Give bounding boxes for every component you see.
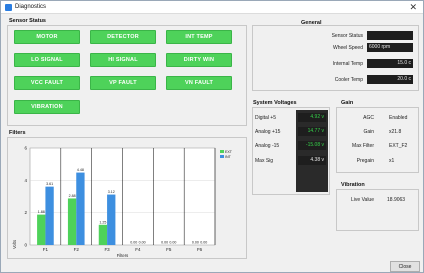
filters-group: 0 2 4 6 1.88 3.61 F1 2.88 4.48 F2 1.25 3.12 F3 0.00 0.… xyxy=(7,137,247,259)
bar-data-label: 0.00 xyxy=(161,241,168,245)
live-value-value: 18.9063 xyxy=(387,197,406,203)
bar-int xyxy=(76,172,85,245)
digital-5-value: 4.92 v xyxy=(298,113,326,122)
x-tick-label: F2 xyxy=(74,247,80,252)
vibration-group: Live Value 18.9063 xyxy=(336,189,419,231)
app-icon xyxy=(5,4,12,11)
sensor-status-title: Sensor Status xyxy=(9,18,46,24)
y-tick-label: 0 xyxy=(24,243,27,248)
sensor-status-group: MOTOR DETECTOR INT TEMP LO SIGNAL HI SIG… xyxy=(7,25,247,126)
bar-data-label: 1.88 xyxy=(38,210,45,214)
digital-5-label: Digital +5 xyxy=(255,115,276,121)
status-vn-fault[interactable]: VN FAULT xyxy=(166,76,232,90)
window-title: Diagnostics xyxy=(15,4,47,10)
gain-value: x21.8 xyxy=(389,129,402,135)
legend-label: EXT xyxy=(225,150,233,154)
status-vcc-fault[interactable]: VCC FAULT xyxy=(14,76,80,90)
bar-data-label: 0.00 xyxy=(130,241,137,245)
bar-data-label: 2.88 xyxy=(69,194,76,198)
bar-data-label: 0.00 xyxy=(192,241,199,245)
analog-neg-15-value: -15.08 v xyxy=(298,141,326,150)
sensor-status-value xyxy=(367,31,413,40)
status-hi-signal[interactable]: HI SIGNAL xyxy=(90,53,156,67)
voltage-values-panel xyxy=(296,110,328,192)
wheel-speed-label: Wheel Speed xyxy=(332,45,363,51)
x-tick-label: F1 xyxy=(43,247,49,252)
sensor-status-label: Sensor Status xyxy=(331,33,363,39)
x-tick-label: F3 xyxy=(104,247,110,252)
filters-chart: 02461.883.61F12.884.48F21.253.12F30.00 0.… xyxy=(12,146,233,259)
bar-data-label: 1.25 xyxy=(99,220,106,224)
y-tick-label: 4 xyxy=(24,178,27,183)
gain-title: Gain xyxy=(341,100,354,106)
title-bar: Diagnostics ✕ xyxy=(1,1,423,14)
status-vibration[interactable]: VIBRATION xyxy=(14,100,80,114)
legend-label: INT xyxy=(225,155,232,159)
status-dirty-win[interactable]: DIRTY WIN xyxy=(166,53,232,67)
analog-15-value: 14.77 v xyxy=(298,127,326,136)
bar-data-label: 0.00 xyxy=(139,241,146,245)
filters-title: Filters xyxy=(9,130,26,136)
general-group: General Sensor Status Wheel Speed 6000 r… xyxy=(252,20,419,91)
analog-15-label: Analog +15 xyxy=(255,129,281,135)
pregain-label: Pregain xyxy=(356,158,374,164)
x-tick-label: F6 xyxy=(197,247,203,252)
bar-int xyxy=(107,194,116,245)
bar-ext xyxy=(37,214,46,245)
max-filter-label: Max Filter xyxy=(352,143,374,149)
status-int-temp[interactable]: INT TEMP xyxy=(166,30,232,44)
internal-temp-label: Internal Temp xyxy=(332,61,363,67)
x-tick-label: F5 xyxy=(166,247,172,252)
y-tick-label: 6 xyxy=(24,146,27,151)
close-icon[interactable]: ✕ xyxy=(409,2,417,12)
system-voltages-title: System Voltages xyxy=(253,100,297,106)
bar-ext xyxy=(67,198,77,245)
legend-swatch xyxy=(220,150,224,153)
legend-swatch xyxy=(220,155,224,158)
status-detector[interactable]: DETECTOR xyxy=(90,30,156,44)
bar-int xyxy=(45,186,54,245)
status-motor[interactable]: MOTOR xyxy=(14,30,80,44)
y-tick-label: 2 xyxy=(24,210,27,215)
gain-group: AGC Enabled Gain x21.8 Max Filter EXT_F2… xyxy=(336,107,419,173)
wheel-speed-value: 6000 rpm xyxy=(367,43,413,52)
gain-label: Gain xyxy=(363,129,374,135)
cooler-temp-label: Cooler Temp xyxy=(334,77,363,83)
bar-data-label: 3.12 xyxy=(108,190,115,194)
bar-data-label: 0.00 xyxy=(200,241,207,245)
status-lo-signal[interactable]: LO SIGNAL xyxy=(14,53,80,67)
general-title: General xyxy=(301,20,322,26)
agc-value: Enabled xyxy=(389,115,408,121)
max-sig-value: 4.38 v xyxy=(298,156,326,165)
close-button[interactable]: Close xyxy=(390,261,420,272)
diagnostics-window: Diagnostics ✕ Sensor Status MOTOR DETECT… xyxy=(0,0,424,273)
y-axis-title: Volts xyxy=(12,240,17,249)
agc-label: AGC xyxy=(363,115,374,121)
x-tick-label: F4 xyxy=(135,247,141,252)
vibration-title: Vibration xyxy=(341,182,365,188)
x-axis-title: Filters xyxy=(117,253,128,258)
bar-data-label: 0.00 xyxy=(169,241,176,245)
system-voltages-group: Digital +5 4.92 v Analog +15 14.77 v Ana… xyxy=(252,107,330,195)
max-sig-label: Max Sig xyxy=(255,158,274,164)
max-filter-value: EXT_F2 xyxy=(389,143,408,149)
live-value-label: Live Value xyxy=(351,197,374,203)
bar-data-label: 3.61 xyxy=(46,182,53,186)
internal-temp-value: 15.0 c xyxy=(367,59,413,68)
pregain-value: x1 xyxy=(389,158,395,164)
bar-data-label: 4.48 xyxy=(77,168,84,172)
cooler-temp-value: 20.0 c xyxy=(367,75,413,84)
bar-ext xyxy=(98,224,108,245)
status-vp-fault[interactable]: VP FAULT xyxy=(90,76,156,90)
analog-neg-15-label: Analog -15 xyxy=(255,143,280,149)
